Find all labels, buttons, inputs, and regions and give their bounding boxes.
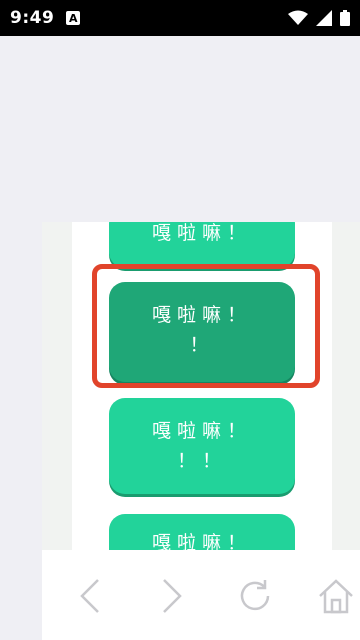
chevron-left-icon bbox=[80, 579, 99, 613]
status-bar: 9:49 A bbox=[0, 0, 360, 36]
card-text: 嘎啦嘛！ bbox=[151, 420, 252, 442]
home-icon bbox=[319, 579, 353, 614]
card-item[interactable]: 嘎啦嘛！ bbox=[109, 222, 295, 268]
header-area bbox=[0, 36, 360, 222]
back-button[interactable] bbox=[70, 574, 110, 618]
card-item[interactable]: 嘎啦嘛！ ！！ bbox=[109, 398, 295, 494]
bottom-nav bbox=[42, 550, 360, 640]
notification-icon: A bbox=[66, 11, 81, 25]
forward-button[interactable] bbox=[152, 574, 192, 618]
status-time: 9:49 bbox=[10, 8, 55, 28]
card-text-line2: ！！ bbox=[176, 450, 227, 472]
selection-highlight bbox=[92, 264, 320, 388]
refresh-button[interactable] bbox=[235, 574, 275, 618]
battery-icon bbox=[340, 10, 350, 26]
wifi-icon bbox=[288, 10, 308, 25]
refresh-icon bbox=[240, 580, 270, 611]
signal-icon bbox=[316, 10, 332, 26]
card-text: 嘎啦嘛！ bbox=[151, 222, 252, 244]
status-icons bbox=[288, 10, 350, 26]
home-button[interactable] bbox=[316, 574, 356, 618]
card-text: 嘎啦嘛！ bbox=[151, 532, 252, 550]
chevron-right-icon bbox=[163, 579, 182, 613]
card-item[interactable]: 嘎啦嘛！ bbox=[109, 514, 295, 550]
